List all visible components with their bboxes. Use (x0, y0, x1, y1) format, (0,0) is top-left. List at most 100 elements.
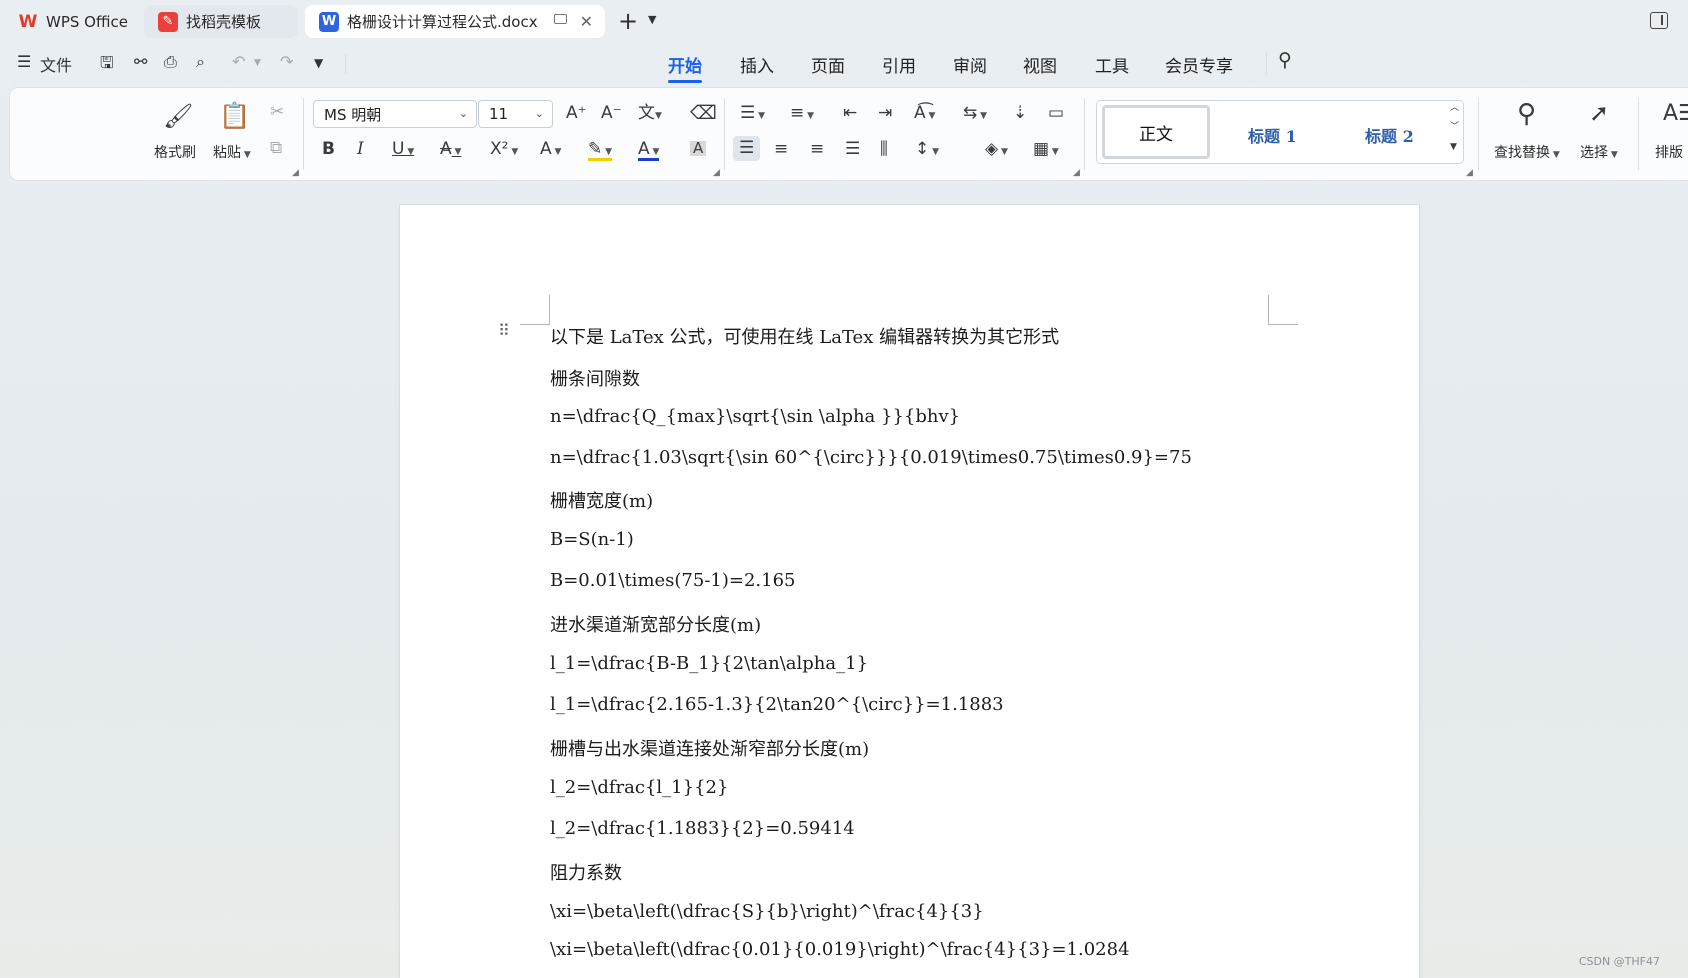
hamburger-menu-icon[interactable]: ☰ (17, 52, 31, 71)
find-replace-label: 查找替换 (1494, 145, 1550, 161)
chevron-down-icon[interactable]: ▼ (648, 13, 656, 26)
link-icon[interactable]: ⚯ (134, 52, 147, 71)
restore-window-icon[interactable] (554, 14, 567, 24)
decrease-indent-icon[interactable]: ⇤ (843, 105, 857, 122)
expand-gallery-icon[interactable]: ▼ (1450, 143, 1457, 152)
document-page[interactable]: ⠿ 以下是 LaTex 公式，可使用在线 LaTex 编辑器转换为其它形式 栅条… (400, 205, 1419, 978)
layout-icon[interactable]: A☰ (1663, 103, 1688, 125)
doc-paragraph: l_2=\dfrac{1.1883}{2}=0.59414 (550, 818, 855, 839)
doc-paragraph: n=\dfrac{Q_{max}\sqrt{\sin \alpha }}{bhv… (550, 406, 961, 427)
tab-references[interactable]: 引用 (882, 52, 916, 77)
text-effect-icon[interactable]: A ▼ (540, 141, 561, 158)
scroll-up-icon[interactable]: ︿ (1450, 104, 1459, 113)
divider (1084, 98, 1085, 170)
text-direction-icon[interactable]: A͡ ▼ (914, 105, 935, 122)
tab-view[interactable]: 视图 (1023, 52, 1057, 77)
undo-dropdown-icon[interactable]: ▼ (254, 58, 261, 68)
print-icon[interactable]: ⎙ (164, 52, 177, 72)
find-replace-icon[interactable]: ⚲ (1517, 101, 1536, 127)
shading-icon[interactable]: ◈ ▼ (985, 141, 1008, 158)
justify-icon[interactable]: ☰ (845, 141, 860, 158)
style-normal-label: 正文 (1139, 124, 1173, 145)
dialog-launcher-icon[interactable]: ◢ (292, 168, 299, 178)
superscript-icon[interactable]: X² ▼ (490, 141, 518, 158)
numbered-list-icon[interactable]: ≡ ▼ (790, 105, 814, 122)
doc-paragraph: 进水渠道渐宽部分长度(m) (550, 615, 762, 636)
style-heading-2[interactable]: 标题 2 (1365, 123, 1414, 147)
char-shading-icon[interactable]: A (690, 141, 707, 156)
tab-tools[interactable]: 工具 (1095, 52, 1129, 77)
show-marks-icon[interactable]: ▭ (1048, 105, 1064, 122)
select-button[interactable]: 选择 ▼ (1580, 142, 1618, 162)
redo-icon[interactable]: ↷ (280, 52, 293, 71)
layout-button[interactable]: 排版 (1655, 142, 1683, 162)
tab-member[interactable]: 会员专享 (1165, 52, 1233, 77)
paste-button[interactable]: 粘贴 ▼ (213, 142, 251, 162)
divider (1478, 98, 1479, 170)
format-painter-button[interactable]: 格式刷 (154, 142, 196, 162)
bold-icon[interactable]: B (322, 141, 335, 158)
underline-icon[interactable]: U ▼ (392, 141, 414, 158)
dialog-launcher-icon[interactable]: ◢ (713, 168, 720, 178)
select-cursor-icon[interactable]: ➚ (1589, 101, 1609, 125)
style-normal[interactable]: 正文 (1102, 105, 1210, 159)
bullet-list-icon[interactable]: ☰ ▼ (740, 105, 765, 122)
find-replace-button[interactable]: 查找替换 ▼ (1494, 142, 1560, 162)
font-name-select[interactable]: MS 明朝 ⌄ (313, 100, 477, 128)
doc-paragraph: 栅条间隙数 (550, 369, 640, 390)
italic-icon[interactable]: I (357, 141, 364, 158)
divider (1638, 98, 1639, 170)
clear-format-icon[interactable]: ⌫ (690, 104, 717, 123)
tab-template-store[interactable]: ✎ 找稻壳模板 (144, 5, 298, 38)
borders-icon[interactable]: ▦ ▼ (1033, 141, 1059, 158)
align-right-icon[interactable]: ≡ (810, 141, 824, 158)
increase-font-icon[interactable]: A⁺ (566, 105, 587, 122)
phonetic-guide-icon[interactable]: 文▼ (638, 105, 662, 122)
increase-indent-icon[interactable]: ⇥ (878, 105, 892, 122)
tab-review[interactable]: 审阅 (953, 52, 987, 77)
dialog-launcher-icon[interactable]: ◢ (1073, 168, 1080, 178)
side-panel-icon[interactable] (1650, 12, 1668, 29)
chevron-down-icon: ⌄ (534, 107, 544, 120)
undo-icon[interactable]: ↶ (232, 52, 245, 71)
tab-page[interactable]: 页面 (811, 52, 845, 77)
print-preview-icon[interactable]: ⌕ (196, 52, 205, 72)
font-color-icon[interactable]: A ▼ (638, 141, 660, 161)
font-size-select[interactable]: 11 ⌄ (478, 100, 553, 128)
font-size-value: 11 (489, 105, 509, 123)
docer-logo-icon: ✎ (158, 11, 178, 32)
cut-icon[interactable]: ✂ (270, 104, 284, 121)
scroll-down-icon[interactable]: ﹀ (1450, 123, 1459, 132)
doc-paragraph: l_1=\dfrac{B-B_1}{2\tan\alpha_1} (550, 653, 869, 674)
file-menu[interactable]: 文件 (40, 52, 72, 76)
highlight-icon[interactable]: ✎ ▼ (588, 141, 613, 161)
tab-wps-office[interactable]: W WPS Office (4, 5, 139, 38)
align-left-icon[interactable]: ☰ (733, 136, 761, 161)
format-painter-icon[interactable]: 🖌 (163, 104, 193, 128)
distributed-icon[interactable]: ⫼ (880, 141, 888, 158)
paragraph-drag-handle-icon[interactable]: ⠿ (498, 323, 510, 339)
decrease-font-icon[interactable]: A⁻ (601, 105, 622, 122)
doc-paragraph: B=0.01\times(75-1)=2.165 (550, 570, 796, 591)
strikethrough-icon[interactable]: A ▼ (440, 141, 461, 158)
tab-insert[interactable]: 插入 (740, 52, 774, 77)
paste-icon[interactable]: 📋 (219, 103, 250, 128)
sort-icon[interactable]: ⇣ (1013, 105, 1027, 122)
chevron-down-icon: ▼ (241, 150, 251, 160)
close-tab-icon[interactable]: ✕ (580, 12, 593, 31)
style-heading-1[interactable]: 标题 1 (1248, 123, 1297, 147)
tab-document[interactable]: W 格栅设计计算过程公式.docx ✕ (305, 5, 605, 38)
copy-icon[interactable]: ⧉ (270, 140, 282, 157)
save-icon[interactable]: 🖫 (100, 52, 114, 79)
dialog-launcher-icon[interactable]: ◢ (1466, 168, 1473, 178)
title-tab-bar: W WPS Office ✎ 找稻壳模板 W 格栅设计计算过程公式.docx ✕… (0, 0, 1688, 42)
search-icon[interactable]: ⚲ (1278, 49, 1292, 71)
line-break-icon[interactable]: ⇆ ▼ (963, 105, 987, 122)
tab-home[interactable]: 开始 (668, 52, 702, 83)
new-tab-icon[interactable]: + (618, 7, 638, 35)
divider (1266, 52, 1267, 74)
line-spacing-icon[interactable]: ↕ ▼ (915, 141, 939, 158)
customize-toolbar-icon[interactable]: ▼ (314, 56, 323, 70)
margin-corner-marker (520, 295, 550, 325)
align-center-icon[interactable]: ≡ (774, 141, 788, 158)
